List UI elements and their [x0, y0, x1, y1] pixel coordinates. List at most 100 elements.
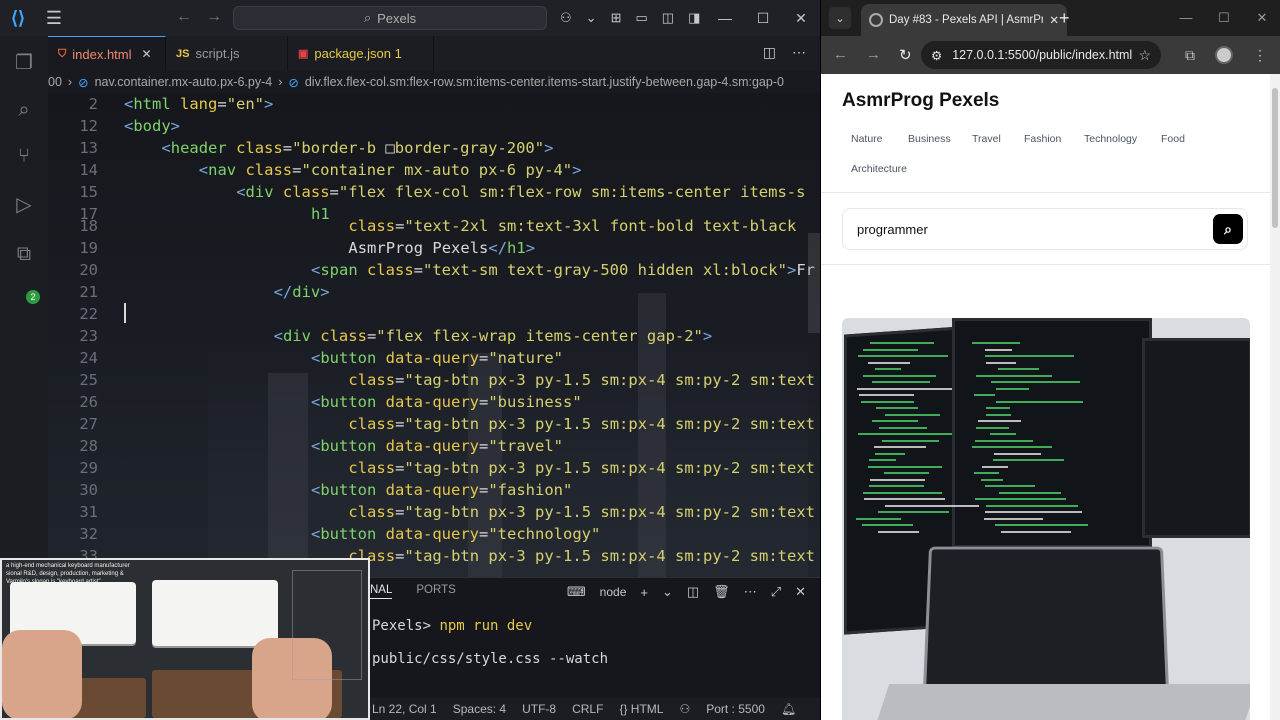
code-token: =	[479, 525, 489, 543]
maximize-icon[interactable]: ☐	[744, 10, 782, 27]
scrollbar-thumb[interactable]	[1272, 88, 1278, 228]
maximize-icon[interactable]: ☐	[1205, 0, 1243, 36]
split-editor-icon[interactable]: ◫	[763, 44, 776, 61]
site-info-icon[interactable]: ⚙	[931, 48, 942, 63]
tag-button-business[interactable]: Business	[908, 133, 951, 145]
minimize-icon[interactable]: —	[1167, 0, 1205, 36]
toggle-sidebar-icon[interactable]: ◫	[662, 10, 674, 26]
code-line: 19 AsmrProg Pexels</h1>	[48, 237, 820, 259]
line-number: 12	[79, 117, 98, 135]
screen-code-line	[974, 394, 995, 396]
line-ending[interactable]: CRLF	[572, 702, 603, 716]
trash-icon[interactable]: 🗑	[713, 584, 730, 600]
more-actions-icon[interactable]: ⋯	[744, 584, 757, 600]
line-number: 19	[79, 239, 98, 257]
search-icon[interactable]: ⌕	[10, 96, 38, 124]
tab-package-json[interactable]: ▣ package.json 1	[288, 36, 434, 71]
tag-button-nature[interactable]: Nature	[851, 133, 883, 145]
maximize-panel-icon[interactable]: ⤢	[771, 584, 781, 600]
reload-icon[interactable]: ↻	[899, 46, 912, 64]
screen-code-line	[875, 368, 901, 370]
more-actions-icon[interactable]: ⋯	[792, 44, 806, 61]
chevron-down-icon[interactable]: ⌄	[586, 10, 597, 26]
source-control-icon[interactable]: ⑂	[10, 142, 38, 170]
layout-customize-icon[interactable]: ⊞	[611, 10, 622, 26]
more-menu-icon[interactable]: ⋮	[1253, 47, 1267, 64]
tag-button-travel[interactable]: Travel	[972, 133, 1001, 145]
chevron-down-icon[interactable]: ⌄	[662, 584, 673, 600]
live-server-port[interactable]: Port : 5500	[706, 702, 765, 716]
extensions-icon[interactable]: ⧉	[1185, 47, 1195, 64]
indentation[interactable]: Spaces: 4	[453, 702, 506, 716]
close-tab-icon[interactable]: ✕	[142, 47, 152, 61]
run-debug-icon[interactable]: ▷	[10, 190, 38, 218]
code-token: <	[311, 393, 321, 411]
code-token: >	[320, 283, 330, 301]
menu-icon[interactable]: ☰	[36, 0, 72, 36]
terminal-shell-label[interactable]: node	[600, 585, 627, 599]
tag-button-food[interactable]: Food	[1161, 133, 1185, 145]
cursor-position[interactable]: Ln 22, Col 1	[372, 702, 437, 716]
page-scrollbar[interactable]	[1270, 74, 1280, 720]
search-input[interactable]: programmer ⌕	[842, 208, 1248, 250]
code-editor[interactable]: 2 <html lang="en"> 12 <body> 13 <header class…	[48, 93, 820, 577]
new-terminal-icon[interactable]: +	[640, 585, 648, 600]
editor-scrollbar[interactable]	[808, 233, 820, 333]
tab-terminal[interactable]: NAL	[370, 584, 393, 599]
tab-label: index.html	[72, 46, 132, 62]
tab-index-html[interactable]: ⛉ index.html ✕	[48, 36, 166, 71]
screen-code-line	[872, 420, 918, 422]
code-token: "border-b	[292, 139, 386, 157]
tab-script-js[interactable]: JS script.js	[166, 36, 288, 71]
search-icon: ⌕	[1224, 220, 1232, 237]
extensions-icon[interactable]: ⧉	[10, 240, 38, 268]
copilot-status-icon[interactable]: ⚇	[679, 702, 690, 716]
tag-button-fashion[interactable]: Fashion	[1024, 133, 1061, 145]
avatar[interactable]	[1215, 46, 1233, 64]
tab-ports[interactable]: PORTS	[416, 584, 455, 599]
minimize-icon[interactable]: —	[706, 10, 744, 26]
breadcrumb-item[interactable]: nav.container.mx-auto.px-6.py-4	[95, 75, 273, 89]
code-token: =	[395, 547, 405, 565]
close-icon[interactable]: ✕	[782, 10, 820, 27]
address-bar[interactable]: ⚙ 127.0.0.1:5500/public/index.html ☆	[921, 41, 1161, 69]
close-panel-icon[interactable]: ✕	[795, 584, 806, 600]
line-number: 22	[79, 305, 98, 323]
browser-tab-title: Day #83 - Pexels API | AsmrProg	[889, 14, 1044, 26]
close-tab-icon[interactable]: ✕	[1049, 13, 1059, 27]
toggle-panel-icon[interactable]: ▭	[635, 10, 647, 26]
split-terminal-icon[interactable]: ◫	[687, 584, 699, 600]
code-line: 23 <div class="flex flex-wrap items-cente…	[48, 325, 820, 347]
encoding[interactable]: UTF-8	[522, 702, 556, 716]
language-mode[interactable]: {} HTML	[619, 702, 663, 716]
screen-code-line	[884, 472, 929, 474]
toggle-secondary-sidebar-icon[interactable]: ◨	[688, 10, 700, 26]
result-photo[interactable]	[842, 318, 1250, 720]
code-token: button	[320, 349, 377, 367]
back-arrow-icon[interactable]: ←	[176, 8, 192, 26]
forward-arrow-icon[interactable]: →	[866, 46, 881, 64]
screen-code-line	[872, 381, 930, 383]
code-token: <	[311, 261, 321, 279]
breadcrumb-item[interactable]: div.flex.flex-col.sm:flex-row.sm:items-c…	[305, 75, 784, 89]
tab-search-icon[interactable]: ⌄	[829, 7, 851, 29]
screen-code-line	[994, 452, 1041, 455]
copilot-icon[interactable]: ⚇	[560, 10, 572, 26]
explorer-icon[interactable]: ❐	[10, 48, 38, 76]
new-tab-icon[interactable]: +	[1059, 8, 1070, 29]
browser-tab[interactable]: Day #83 - Pexels API | AsmrProg ✕	[861, 4, 1067, 36]
code-line: 13 <header class="border-b □border-gray-2…	[48, 137, 820, 159]
back-arrow-icon[interactable]: ←	[833, 46, 848, 64]
code-token: button	[320, 481, 377, 499]
tag-button-technology[interactable]: Technology	[1084, 133, 1137, 145]
forward-arrow-icon[interactable]: →	[206, 8, 222, 26]
search-button[interactable]: ⌕	[1213, 214, 1243, 244]
bookmark-star-icon[interactable]: ☆	[1138, 47, 1151, 64]
notifications-icon[interactable]: 🔔︎	[781, 702, 796, 716]
code-token: AsmrProg Pexels	[348, 239, 489, 257]
close-icon[interactable]: ✕	[1243, 0, 1280, 36]
command-center-search[interactable]: ⌕ Pexels	[233, 6, 547, 30]
code-line: 20 <span class="text-sm text-gray-500 hid…	[48, 259, 820, 281]
breadcrumb-item[interactable]: 00	[48, 75, 62, 89]
tag-button-architecture[interactable]: Architecture	[851, 163, 907, 175]
